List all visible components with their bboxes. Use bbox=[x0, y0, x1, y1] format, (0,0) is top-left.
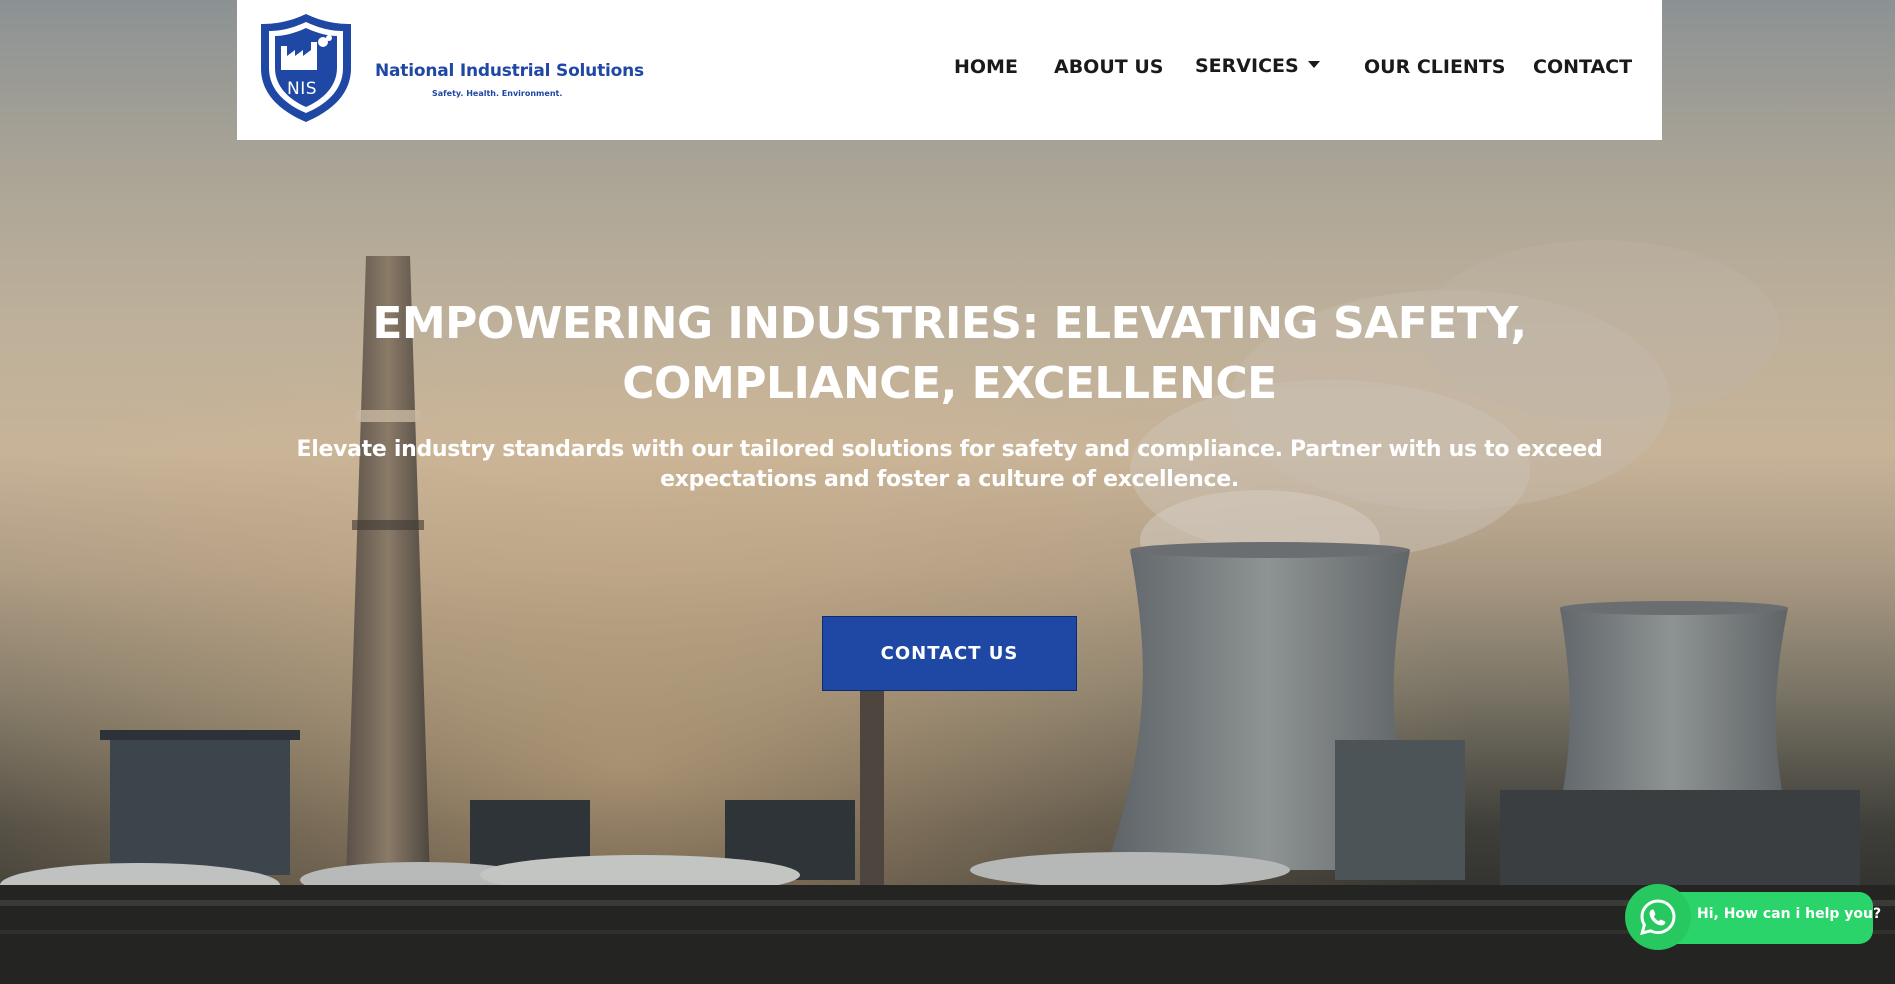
nav-services-label: SERVICES bbox=[1195, 55, 1299, 77]
whatsapp-message: Hi, How can i help you? bbox=[1697, 906, 1882, 922]
nav-home[interactable]: HOME bbox=[954, 56, 1018, 78]
nav-about-us[interactable]: ABOUT US bbox=[1054, 56, 1163, 78]
whatsapp-button[interactable] bbox=[1625, 884, 1691, 950]
chevron-down-icon bbox=[1307, 61, 1320, 68]
logo-initials: NIS bbox=[287, 79, 318, 99]
nav-contact[interactable]: CONTACT bbox=[1533, 56, 1632, 78]
shield-logo-icon bbox=[261, 14, 351, 122]
nav-services[interactable]: SERVICES bbox=[1195, 55, 1320, 77]
whatsapp-icon bbox=[1640, 899, 1676, 936]
nav-our-clients[interactable]: OUR CLIENTS bbox=[1364, 56, 1505, 78]
site-header: NIS National Industrial Solutions Safety… bbox=[237, 0, 1662, 140]
brand-name: National Industrial Solutions bbox=[375, 61, 644, 81]
whatsapp-chat-widget[interactable]: Hi, How can i help you? bbox=[1625, 884, 1881, 950]
contact-us-button[interactable]: CONTACT US bbox=[822, 616, 1077, 691]
hero-headline: EMPOWERING INDUSTRIES: ELEVATING SAFETY,… bbox=[372, 298, 1527, 409]
brand-logo[interactable]: NIS National Industrial Solutions Safety… bbox=[257, 12, 644, 128]
brand-tagline: Safety. Health. Environment. bbox=[432, 89, 563, 98]
hero-subheadline: Elevate industry standards with our tail… bbox=[296, 437, 1603, 492]
